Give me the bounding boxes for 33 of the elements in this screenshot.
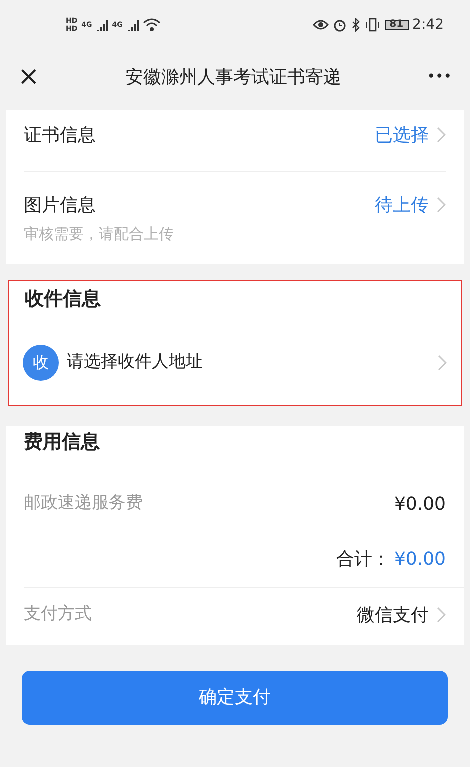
signal-icon: [126, 19, 139, 31]
status-link[interactable]: 已选择: [375, 122, 429, 149]
status-time: 2:42: [412, 16, 444, 34]
payment-value: 微信支付: [357, 604, 429, 628]
avatar-badge: 收: [23, 345, 59, 381]
fee-amount: ¥0.00: [394, 492, 446, 516]
row-label: 证书信息: [24, 124, 96, 148]
status-link[interactable]: 待上传: [375, 192, 429, 219]
fee-label: 邮政速递服务费: [24, 492, 143, 516]
chevron-icon: [437, 127, 446, 143]
row-label: 图片信息: [24, 194, 97, 218]
payment-row[interactable]: 支付方式 微信支付: [6, 588, 464, 644]
chevron-icon: [437, 607, 446, 623]
bluetooth-icon: [350, 18, 361, 32]
hint-text: 审核需要，请配合上传: [24, 224, 174, 245]
page-title: 安徽滁州人事考试证书寄递: [124, 66, 342, 90]
payment-label: 支付方式: [24, 603, 92, 626]
signal-icon: [96, 19, 108, 31]
total-amount: ¥0.00: [394, 548, 446, 572]
address-prompt: 请选择收件人地址: [67, 351, 203, 374]
pay-button[interactable]: 确定支付: [22, 670, 448, 724]
vibrate-icon: [364, 18, 381, 32]
section-title: 收件信息: [24, 286, 102, 312]
wifi-icon: [142, 18, 161, 32]
total-label: 合计：: [336, 548, 390, 572]
section-title: 费用信息: [23, 430, 101, 455]
chevron-icon: [438, 355, 447, 371]
close-button[interactable]: ×: [18, 58, 40, 97]
more-button[interactable]: •••: [427, 67, 452, 88]
alarm-icon: [332, 18, 347, 32]
chevron-icon: [437, 197, 446, 213]
address-row[interactable]: 收 请选择收件人地址: [9, 313, 461, 405]
eye-icon: [312, 19, 329, 31]
